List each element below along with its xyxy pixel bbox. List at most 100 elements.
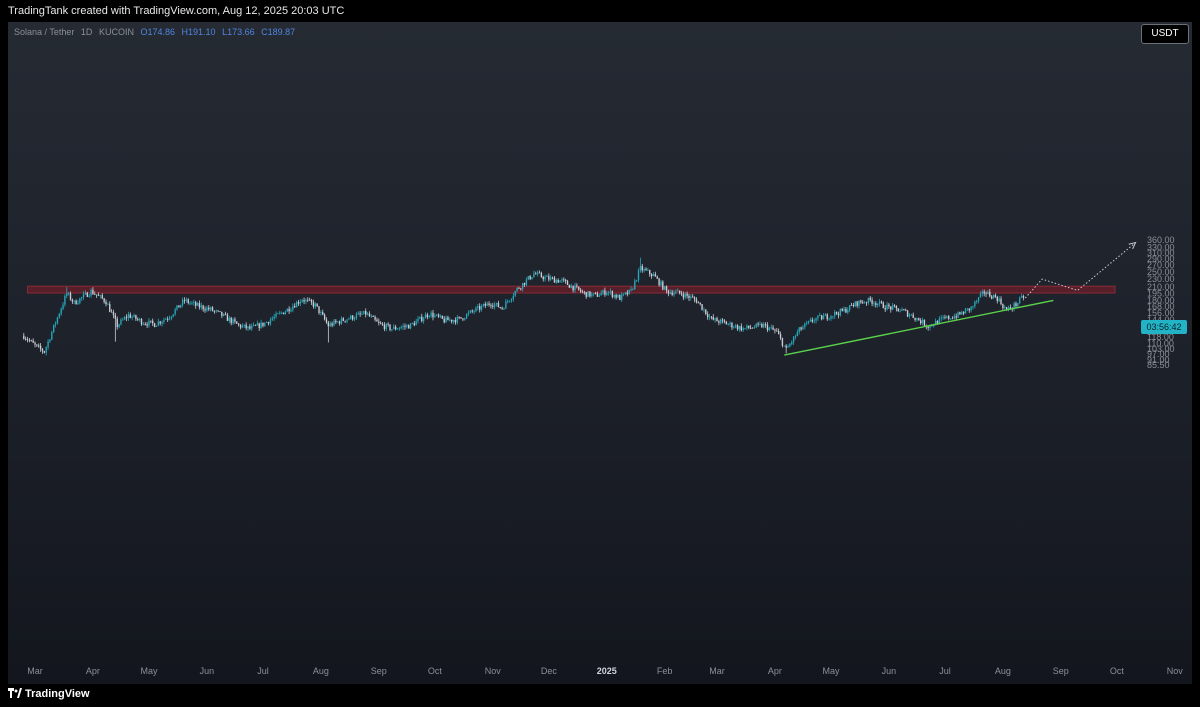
candle-body — [763, 323, 765, 328]
candle-body — [322, 312, 324, 315]
candle-body — [226, 314, 229, 321]
candle-body — [273, 316, 275, 319]
candle-body — [469, 310, 472, 313]
candle-body — [301, 300, 303, 302]
candle-body — [23, 335, 25, 339]
candle-body — [748, 325, 750, 328]
candle-body — [30, 340, 32, 342]
candle-body — [733, 327, 735, 329]
candle-body — [125, 317, 128, 318]
candle-body — [441, 315, 444, 319]
support-trendline — [784, 299, 1054, 356]
candle-body — [236, 321, 238, 324]
currency-button[interactable]: USDT — [1141, 24, 1189, 44]
candle-body — [211, 307, 214, 311]
candle-body — [779, 334, 782, 339]
candle-body — [592, 293, 595, 295]
candle-body — [598, 295, 600, 297]
candle-body — [916, 318, 918, 320]
candle-body — [310, 299, 313, 303]
candle-body — [406, 325, 408, 327]
candle-body — [611, 291, 614, 297]
candle-body — [794, 335, 797, 337]
candle-body — [708, 316, 711, 318]
symbol-name: Solana / Tether — [14, 27, 75, 37]
close-value: C189.87 — [261, 27, 296, 37]
candle-body — [966, 308, 969, 310]
candle-body — [639, 265, 642, 271]
candle-body — [138, 318, 141, 320]
high-value: H191.10 — [181, 27, 216, 37]
candle-body — [88, 295, 90, 297]
candle-body — [873, 303, 875, 305]
candle-body — [92, 289, 94, 295]
candle-body — [58, 313, 60, 318]
candle-body — [990, 296, 993, 299]
candle-body — [946, 316, 948, 318]
candle-body — [796, 332, 799, 336]
candle-body — [486, 303, 488, 306]
candle-body — [393, 326, 395, 330]
candle-body — [449, 319, 451, 321]
candle-body — [417, 318, 419, 322]
candle-body — [318, 306, 320, 313]
candle-body — [955, 316, 957, 318]
x-tick-label: Aug — [313, 666, 329, 676]
candle-body — [314, 303, 316, 307]
candle-body — [832, 316, 834, 317]
candle-body — [658, 278, 660, 286]
candle-body — [443, 318, 445, 323]
candle-body — [479, 306, 481, 310]
candle-body — [379, 322, 382, 324]
candle-body — [499, 307, 501, 308]
candle-body — [290, 309, 292, 312]
candle-body — [624, 292, 627, 294]
tradingview-brand[interactable]: TradingView — [8, 688, 90, 700]
candle-body — [770, 327, 772, 329]
candle-body — [505, 301, 507, 309]
candle-body — [110, 311, 113, 313]
candle-body — [258, 323, 260, 329]
candle-body — [897, 308, 899, 312]
candle-body — [706, 313, 709, 318]
candle-body — [701, 304, 703, 310]
candle-body — [66, 293, 68, 297]
candle-body — [447, 317, 449, 321]
candle-body — [720, 319, 722, 323]
candle-body — [49, 339, 51, 342]
candle-body — [903, 309, 905, 311]
candle-body — [166, 318, 169, 320]
candle-body — [761, 324, 763, 328]
candle-body — [734, 325, 737, 328]
candle-body — [977, 297, 980, 302]
x-tick-label: Jun — [200, 666, 215, 676]
candle-body — [146, 324, 148, 326]
x-tick-label: Apr — [768, 666, 782, 676]
candle-body — [764, 323, 767, 325]
candle-body — [738, 326, 741, 330]
candle-body — [376, 319, 378, 322]
candle-body — [374, 316, 376, 320]
candle-body — [409, 323, 412, 329]
candle-body — [697, 302, 700, 304]
candle-body — [357, 313, 359, 315]
candle-body — [895, 305, 898, 309]
candle-body — [36, 344, 38, 346]
candle-body — [550, 277, 552, 280]
candle-body — [862, 302, 864, 304]
candle-body — [667, 290, 670, 294]
current-price-tag: 03:56:42 — [1141, 320, 1187, 334]
candle-body — [62, 304, 64, 309]
candle-body — [649, 270, 651, 275]
candle-body — [1000, 298, 1002, 305]
candle-body — [484, 303, 487, 306]
price-chart[interactable]: 360.00330.00310.00290.00270.00250.00230.… — [0, 0, 1200, 707]
candle-body — [490, 304, 492, 306]
candle-body — [518, 287, 520, 289]
candle-body — [344, 320, 346, 322]
candle-body — [673, 293, 675, 295]
candle-body — [746, 325, 748, 329]
candle-body — [665, 286, 668, 291]
candle-body — [690, 296, 692, 299]
candle-body — [264, 322, 266, 327]
